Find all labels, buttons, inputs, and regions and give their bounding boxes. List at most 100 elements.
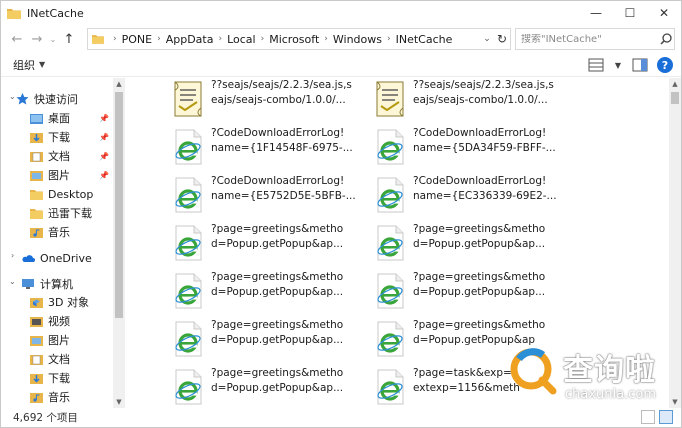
chevron-right-icon[interactable]: › — [11, 251, 14, 260]
breadcrumb-windows[interactable]: Windows — [333, 33, 382, 46]
minimize-button[interactable]: — — [579, 1, 613, 25]
chevron-right-icon[interactable]: › — [261, 34, 265, 44]
chevron-down-icon[interactable]: ⌄ — [480, 34, 494, 44]
address-bar[interactable]: › PONE › AppData › Local › Microsoft › W… — [87, 28, 511, 50]
close-button[interactable]: ✕ — [647, 1, 681, 25]
organize-button[interactable]: 组织 ▼ — [13, 57, 45, 73]
title-bar: INetCache — ☐ ✕ — [1, 1, 681, 25]
3d-objects-icon — [29, 296, 43, 308]
nav-pictures[interactable]: 图片 📌 — [29, 166, 113, 184]
download-folder-icon — [29, 372, 43, 384]
pin-icon[interactable]: 📌 — [99, 114, 109, 123]
nav-downloads[interactable]: 下载 📌 — [29, 128, 113, 146]
nav-music[interactable]: 音乐 — [29, 223, 113, 241]
refresh-icon[interactable]: ↻ — [494, 32, 510, 46]
chevron-down-icon[interactable]: ⌄ — [9, 277, 16, 286]
file-item[interactable]: ?page=greetings&metho d=Popup.getPopup&a… — [373, 270, 573, 316]
nav-computer[interactable]: 计算机 — [21, 275, 113, 293]
pin-icon[interactable]: 📌 — [99, 171, 109, 180]
chaxunla-logo-icon — [510, 348, 557, 395]
scroll-up-icon[interactable]: ▲ — [669, 78, 681, 90]
nav-item-label: 桌面 — [48, 112, 70, 125]
file-item[interactable]: ?CodeDownloadErrorLog! name={1F14548F-69… — [171, 126, 371, 172]
file-name: ?page=greetings&metho d=Popup.getPopup&a… — [211, 271, 344, 298]
file-item[interactable]: ?page=greetings&metho d=Popup.getPopup&a… — [373, 222, 573, 268]
maximize-button[interactable]: ☐ — [613, 1, 647, 25]
tiles-view-icon[interactable] — [659, 410, 673, 424]
nav-item-label: 下载 — [48, 372, 70, 385]
ie-file-icon — [175, 225, 202, 261]
window-controls: — ☐ ✕ — [579, 1, 681, 25]
view-list-icon — [588, 58, 604, 72]
file-item[interactable]: ?CodeDownloadErrorLog! name={EC336339-69… — [373, 174, 573, 220]
ie-file-icon — [175, 177, 202, 213]
search-input[interactable] — [521, 33, 657, 45]
chevron-right-icon[interactable]: › — [218, 34, 222, 44]
scroll-thumb[interactable] — [671, 92, 679, 104]
ie-file-icon — [175, 273, 202, 309]
chevron-right-icon[interactable]: › — [157, 34, 161, 44]
file-name: ?CodeDownloadErrorLog! name={5DA34F59-FB… — [413, 127, 556, 154]
file-item[interactable]: ??seajs/seajs/2.2.3/sea.js,s eajs/seajs-… — [373, 78, 573, 124]
scroll-thumb[interactable] — [115, 92, 123, 318]
nav-3d-objects[interactable]: 3D 对象 — [29, 293, 113, 311]
nav-item-label: 文档 — [48, 353, 70, 366]
nav-music-pc[interactable]: 音乐 — [29, 388, 113, 406]
change-view-button[interactable] — [585, 56, 607, 74]
nav-quick-access[interactable]: 快速访问 — [15, 90, 113, 108]
search-box — [515, 28, 675, 50]
back-button[interactable]: ← — [7, 28, 27, 50]
help-icon[interactable]: ? — [657, 57, 673, 73]
file-item[interactable]: ?CodeDownloadErrorLog! name={5DA34F59-FB… — [373, 126, 573, 172]
scroll-down-icon[interactable]: ▼ — [113, 396, 125, 408]
pin-icon[interactable]: 📌 — [99, 133, 109, 142]
breadcrumb-appdata[interactable]: AppData — [166, 33, 214, 46]
nav-item-label: 下载 — [48, 131, 70, 144]
nav-item-label: 计算机 — [40, 278, 73, 291]
nav-pictures-pc[interactable]: 图片 — [29, 331, 113, 349]
file-item[interactable]: ?page=greetings&metho d=Popup.getPopup&a… — [171, 222, 371, 268]
file-item[interactable]: ?page=greetings&metho d=Popup.getPopup&a… — [171, 318, 371, 364]
details-view-icon[interactable] — [641, 410, 655, 424]
chevron-down-icon[interactable]: ▼ — [613, 61, 623, 70]
nav-scrollbar[interactable]: ▲ ▼ — [113, 78, 125, 408]
nav-desktop[interactable]: 桌面 📌 — [29, 109, 113, 127]
file-item[interactable]: ?page=greetings&metho d=Popup.getPopup&a… — [171, 270, 371, 316]
file-item[interactable]: ?page=greetings&metho d=Popup.getPopup&a… — [171, 366, 371, 408]
preview-pane-button[interactable] — [629, 56, 651, 74]
breadcrumb-pone[interactable]: PONE — [122, 33, 152, 46]
watermark: 查询啦 chaxunla.com — [509, 337, 679, 411]
nav-item-label: 迅雷下载 — [48, 207, 92, 220]
script-file-icon — [174, 81, 202, 117]
search-icon[interactable] — [659, 32, 673, 46]
nav-documents-pc[interactable]: 文档 — [29, 350, 113, 368]
window-title: INetCache — [27, 6, 84, 20]
organize-label: 组织 — [13, 58, 35, 72]
nav-desktop-folder[interactable]: Desktop — [29, 185, 113, 203]
nav-videos[interactable]: 视频 — [29, 312, 113, 330]
ie-file-icon — [377, 225, 404, 261]
forward-button[interactable]: → — [27, 28, 47, 50]
nav-documents[interactable]: 文档 📌 — [29, 147, 113, 165]
chevron-right-icon[interactable]: › — [387, 34, 391, 44]
breadcrumb-microsoft[interactable]: Microsoft — [269, 33, 319, 46]
file-item[interactable]: ??seajs/seajs/2.2.3/sea.js,s eajs/seajs-… — [171, 78, 371, 124]
breadcrumb-inetcache[interactable]: INetCache — [396, 33, 453, 46]
nav-downloads-pc[interactable]: 下载 — [29, 369, 113, 387]
file-item[interactable]: ?CodeDownloadErrorLog! name={E5752D5E-5B… — [171, 174, 371, 220]
nav-xunlei-downloads[interactable]: 迅雷下载 — [29, 204, 113, 222]
chevron-down-icon[interactable]: ⌄ — [9, 92, 16, 101]
pin-icon[interactable]: 📌 — [99, 152, 109, 161]
item-count: 4,692 个项目 — [13, 412, 78, 424]
chevron-right-icon[interactable]: › — [324, 34, 328, 44]
ie-file-icon — [377, 321, 404, 357]
music-folder-icon — [29, 226, 43, 238]
up-button[interactable]: ↑ — [59, 28, 79, 50]
pictures-folder-icon — [29, 334, 43, 346]
nav-onedrive[interactable]: OneDrive — [21, 249, 113, 267]
scroll-up-icon[interactable]: ▲ — [113, 78, 125, 90]
preview-pane-icon — [632, 58, 648, 72]
file-name: ?page=greetings&metho d=Popup.getPopup&a… — [413, 271, 546, 298]
recent-locations-button[interactable]: ⌄ — [47, 28, 59, 50]
breadcrumb-local[interactable]: Local — [227, 33, 256, 46]
